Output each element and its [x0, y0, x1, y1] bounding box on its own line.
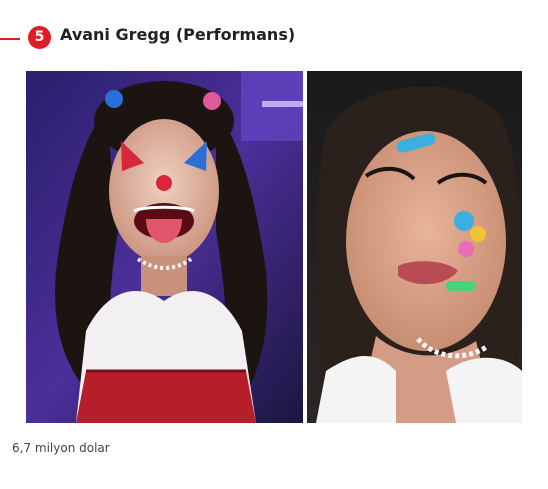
earnings-caption: 6,7 milyon dolar [12, 441, 110, 455]
item-title: Avani Gregg (Performans) [60, 25, 296, 44]
item-photo [26, 71, 522, 423]
rank-number-badge: 5 [28, 26, 51, 49]
left-photo-panel [26, 71, 303, 423]
right-photo-panel [307, 71, 522, 423]
heading-accent-line [0, 38, 20, 40]
item-heading: 5 Avani Gregg (Performans) [0, 22, 548, 50]
article-item: 5 Avani Gregg (Performans) 6,7 milyon do… [0, 0, 548, 489]
